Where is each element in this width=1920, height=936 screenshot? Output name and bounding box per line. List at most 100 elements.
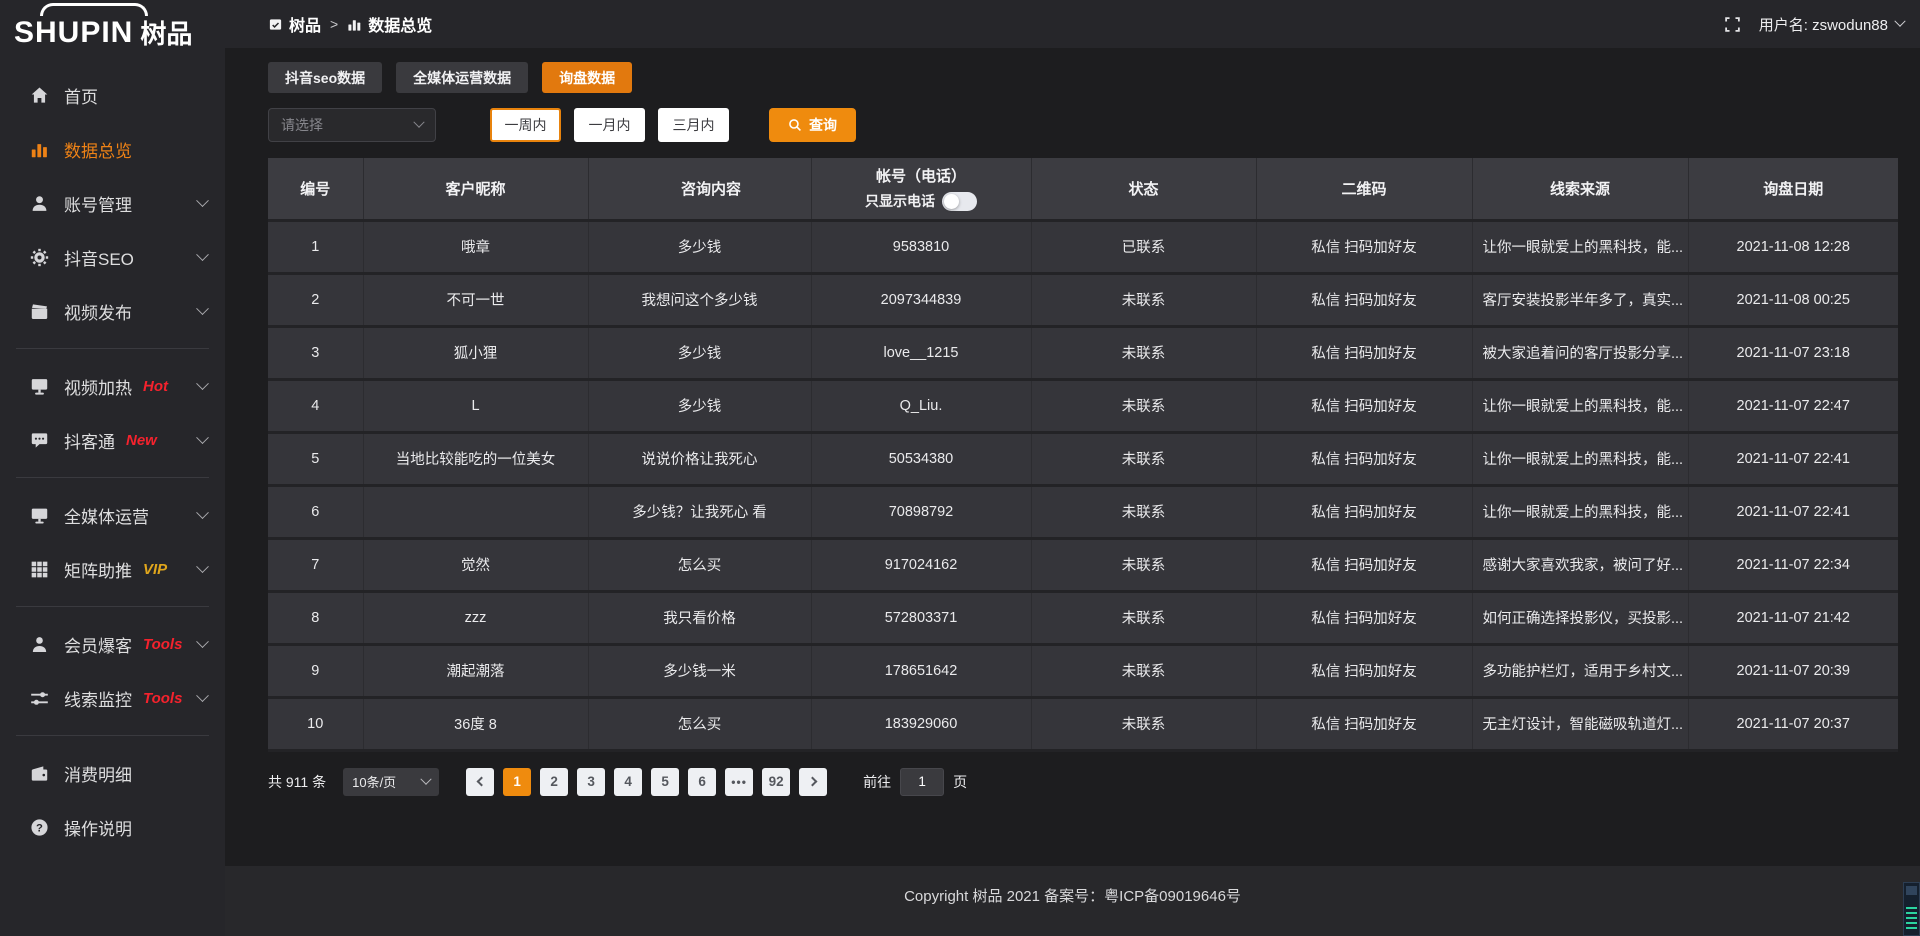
cell-qrcode-link[interactable]: 私信 扫码加好友 <box>1256 326 1472 379</box>
goto-page-input[interactable]: 1 <box>900 768 944 796</box>
range-button-2[interactable]: 一月内 <box>574 108 645 142</box>
range-button-1[interactable]: 一周内 <box>490 108 561 142</box>
user-menu[interactable]: 用户名: zswodun88 <box>1759 14 1904 35</box>
cell-source-link[interactable]: 让你一眼就爱上的黑科技，能... <box>1472 432 1688 485</box>
tab-button-1[interactable]: 抖音seo数据 <box>268 62 382 93</box>
cell-source-link[interactable]: 被大家追着问的客厅投影分享... <box>1472 326 1688 379</box>
tab-button-2[interactable]: 全媒体运营数据 <box>396 62 528 93</box>
topbar: 树品 > 数据总览 用户名: zswodun88 <box>225 0 1920 48</box>
footer: Copyright 树品 2021 备案号：粤ICP备09019646号 <box>225 866 1920 936</box>
cell-source-link[interactable]: 感谢大家喜欢我家，被问了好... <box>1472 538 1688 591</box>
sidebar-item-label: 线索监控 <box>64 686 132 711</box>
heat-screen-icon <box>30 377 49 396</box>
more-pages-button[interactable]: ••• <box>725 768 753 796</box>
logo-text-cn: 树品 <box>140 21 192 48</box>
tab-button-3[interactable]: 询盘数据 <box>542 62 632 93</box>
cell-date: 2021-11-07 20:39 <box>1688 644 1898 697</box>
cell-nickname: L <box>363 379 588 432</box>
cell-nickname: 哦章 <box>363 220 588 273</box>
header-status: 状态 <box>1031 158 1256 220</box>
table-row: 1 哦章 多少钱 9583810 已联系 私信 扫码加好友 让你一眼就爱上的黑科… <box>268 220 1898 273</box>
cell-qrcode-link[interactable]: 私信 扫码加好友 <box>1256 485 1472 538</box>
cell-no: 9 <box>268 644 363 697</box>
filter-select-placeholder: 请选择 <box>281 115 323 135</box>
fullscreen-icon[interactable] <box>1724 16 1741 33</box>
cell-source-link[interactable]: 让你一眼就爱上的黑科技，能... <box>1472 220 1688 273</box>
page-number-button[interactable]: 2 <box>540 768 568 796</box>
cell-qrcode-link[interactable]: 私信 扫码加好友 <box>1256 644 1472 697</box>
cell-account: 9583810 <box>811 220 1031 273</box>
wallet-icon <box>30 764 49 783</box>
page-number-button[interactable]: 92 <box>762 768 790 796</box>
header-account-title: 帐号（电话） <box>813 165 1030 186</box>
cell-status: 未联系 <box>1031 591 1256 644</box>
phone-only-toggle[interactable] <box>942 192 977 211</box>
cell-qrcode-link[interactable]: 私信 扫码加好友 <box>1256 591 1472 644</box>
sidebar-item-clapperboard[interactable]: 视频发布 <box>0 284 225 338</box>
sidebar-item-badge: Hot <box>143 378 168 395</box>
cell-account: 50534380 <box>811 432 1031 485</box>
sidebar-item-label: 操作说明 <box>64 815 132 840</box>
sidebar-item-gear[interactable]: 抖音SEO <box>0 230 225 284</box>
cell-source-link[interactable]: 如何正确选择投影仪，买投影... <box>1472 591 1688 644</box>
cell-source-link[interactable]: 无主灯设计，智能磁吸轨道灯... <box>1472 697 1688 750</box>
cell-status: 未联系 <box>1031 432 1256 485</box>
sidebar-item-home[interactable]: 首页 <box>0 68 225 122</box>
sidebar-item-monitor[interactable]: 全媒体运营 <box>0 488 225 542</box>
total-count-label: 共 911 条 <box>268 772 326 792</box>
breadcrumb-root[interactable]: 树品 <box>268 12 321 36</box>
cell-source-link[interactable]: 客厅安装投影半年多了，真实... <box>1472 273 1688 326</box>
cell-qrcode-link[interactable]: 私信 扫码加好友 <box>1256 697 1472 750</box>
cell-content: 多少钱 <box>588 220 811 273</box>
breadcrumb-current[interactable]: 数据总览 <box>347 12 432 36</box>
cell-date: 2021-11-07 20:37 <box>1688 697 1898 750</box>
cell-no: 5 <box>268 432 363 485</box>
cell-date: 2021-11-07 22:41 <box>1688 432 1898 485</box>
next-page-button[interactable] <box>799 768 827 796</box>
search-button[interactable]: 查询 <box>769 108 856 142</box>
sidebar-item-heat-screen[interactable]: 视频加热 Hot <box>0 359 225 413</box>
page-number-button[interactable]: 3 <box>577 768 605 796</box>
cell-qrcode-link[interactable]: 私信 扫码加好友 <box>1256 273 1472 326</box>
cell-source-link[interactable]: 让你一眼就爱上的黑科技，能... <box>1472 379 1688 432</box>
sidebar-item-member[interactable]: 会员爆客 Tools <box>0 617 225 671</box>
browser-extension-widget[interactable] <box>1903 882 1920 936</box>
sidebar-item-sliders[interactable]: 线索监控 Tools <box>0 671 225 725</box>
table-header-row: 编号 客户昵称 咨询内容 帐号（电话） 只显示电话 状态 二维码 线索来源 询盘… <box>268 158 1898 220</box>
page-number-button[interactable]: 6 <box>688 768 716 796</box>
cell-qrcode-link[interactable]: 私信 扫码加好友 <box>1256 379 1472 432</box>
prev-page-button[interactable] <box>466 768 494 796</box>
cell-nickname: 不可一世 <box>363 273 588 326</box>
page-size-select[interactable]: 10条/页 <box>343 768 439 796</box>
sidebar-item-user[interactable]: 账号管理 <box>0 176 225 230</box>
range-button-3[interactable]: 三月内 <box>658 108 729 142</box>
app-logo: SHUPIN 树品 <box>0 0 225 52</box>
cell-qrcode-link[interactable]: 私信 扫码加好友 <box>1256 432 1472 485</box>
filter-row: 请选择 一周内 一月内 三月内 查询 <box>268 108 1898 142</box>
member-icon <box>30 635 49 654</box>
sidebar-item-wallet[interactable]: 消费明细 <box>0 746 225 800</box>
monitor-icon <box>30 506 49 525</box>
page-number-button-active[interactable]: 1 <box>503 768 531 796</box>
sidebar-item-question[interactable]: ? 操作说明 <box>0 800 225 854</box>
logo-text-en: SHUPIN <box>14 18 133 48</box>
cell-account: 917024162 <box>811 538 1031 591</box>
cell-qrcode-link[interactable]: 私信 扫码加好友 <box>1256 538 1472 591</box>
breadcrumb-current-label: 数据总览 <box>368 12 432 36</box>
cell-source-link[interactable]: 让你一眼就爱上的黑科技，能... <box>1472 485 1688 538</box>
cell-nickname: 觉然 <box>363 538 588 591</box>
cell-content: 怎么买 <box>588 538 811 591</box>
cell-date: 2021-11-08 00:25 <box>1688 273 1898 326</box>
bar-chart-icon <box>347 17 362 32</box>
sidebar-item-chat[interactable]: 抖客通 New <box>0 413 225 467</box>
page-number-button[interactable]: 5 <box>651 768 679 796</box>
cell-source-link[interactable]: 多功能护栏灯，适用于乡村文... <box>1472 644 1688 697</box>
question-icon: ? <box>30 818 49 837</box>
page-number-button[interactable]: 4 <box>614 768 642 796</box>
sidebar-item-badge: Tools <box>143 636 182 653</box>
sidebar-item-bar-chart[interactable]: 数据总览 <box>0 122 225 176</box>
filter-select[interactable]: 请选择 <box>268 108 436 142</box>
cell-account: 183929060 <box>811 697 1031 750</box>
cell-qrcode-link[interactable]: 私信 扫码加好友 <box>1256 220 1472 273</box>
sidebar-item-grid[interactable]: 矩阵助推 VIP <box>0 542 225 596</box>
